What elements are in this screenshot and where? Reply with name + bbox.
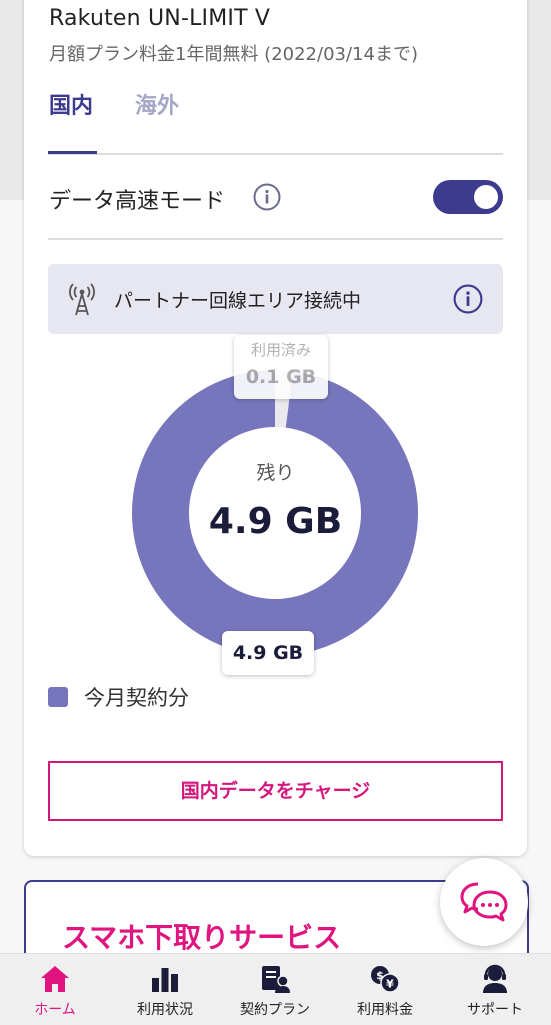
nav-home-label: ホーム — [34, 1002, 76, 1018]
nav-fee[interactable]: $ ¥ 利用料金 — [330, 954, 440, 1025]
remaining-tag: 4.9 GB — [222, 631, 314, 675]
data-mode-toggle[interactable] — [433, 180, 503, 214]
remaining-tag-value: 4.9 GB — [232, 642, 304, 664]
data-usage-card: Rakuten UN-LIMIT V 月額プラン料金1年間無料 (2022/03… — [24, 0, 527, 856]
tab-domestic[interactable]: 国内 — [49, 88, 93, 120]
fee-icon: $ ¥ — [371, 966, 400, 993]
bar-chart-icon — [152, 968, 178, 992]
toggle-knob — [474, 185, 498, 209]
nav-support[interactable]: サポート — [440, 954, 550, 1025]
tab-divider — [48, 153, 503, 155]
tab-overseas[interactable]: 海外 — [135, 88, 179, 120]
legend-label: 今月契約分 — [84, 686, 189, 710]
plan-note: 月額プラン料金1年間無料 (2022/03/14まで) — [49, 44, 418, 65]
chat-icon — [460, 882, 508, 922]
nav-contract-plan[interactable]: 契約プラン — [220, 954, 330, 1025]
chat-button[interactable] — [440, 858, 528, 946]
trade-in-title: スマホ下取りサービス — [62, 921, 342, 954]
active-tab-indicator — [48, 151, 97, 154]
partner-network-text: パートナー回線エリア接続中 — [114, 290, 362, 312]
nav-fee-label: 利用料金 — [357, 1002, 413, 1018]
used-label: 利用済み — [250, 341, 311, 359]
charge-data-button[interactable]: 国内データをチャージ — [48, 761, 503, 821]
partner-network-banner: パートナー回線エリア接続中 — [48, 264, 503, 334]
antenna-icon — [68, 282, 96, 320]
data-mode-label: データ高速モード — [49, 189, 226, 214]
support-icon — [483, 964, 507, 993]
remaining-label: 残り — [256, 462, 295, 484]
legend-swatch — [48, 687, 68, 707]
info-icon[interactable] — [453, 284, 483, 314]
nav-usage[interactable]: 利用状況 — [110, 954, 220, 1025]
svg-text:¥: ¥ — [386, 978, 394, 991]
remaining-value: 4.9 GB — [208, 501, 343, 542]
bottom-navigation: ホーム 利用状況 契約プラン $ ¥ 利用料金 サポート — [0, 953, 551, 1025]
used-tag: 利用済み 0.1 GB — [234, 335, 328, 399]
contract-plan-icon — [262, 966, 290, 993]
section-divider — [48, 238, 503, 240]
info-icon[interactable] — [253, 183, 281, 211]
nav-support-label: サポート — [467, 1002, 523, 1018]
nav-home[interactable]: ホーム — [0, 954, 110, 1025]
plan-name: Rakuten UN-LIMIT V — [49, 6, 271, 31]
nav-usage-label: 利用状況 — [137, 1002, 193, 1018]
nav-contract-plan-label: 契約プラン — [240, 1002, 310, 1018]
home-icon — [41, 966, 69, 992]
used-value: 0.1 GB — [245, 366, 317, 388]
